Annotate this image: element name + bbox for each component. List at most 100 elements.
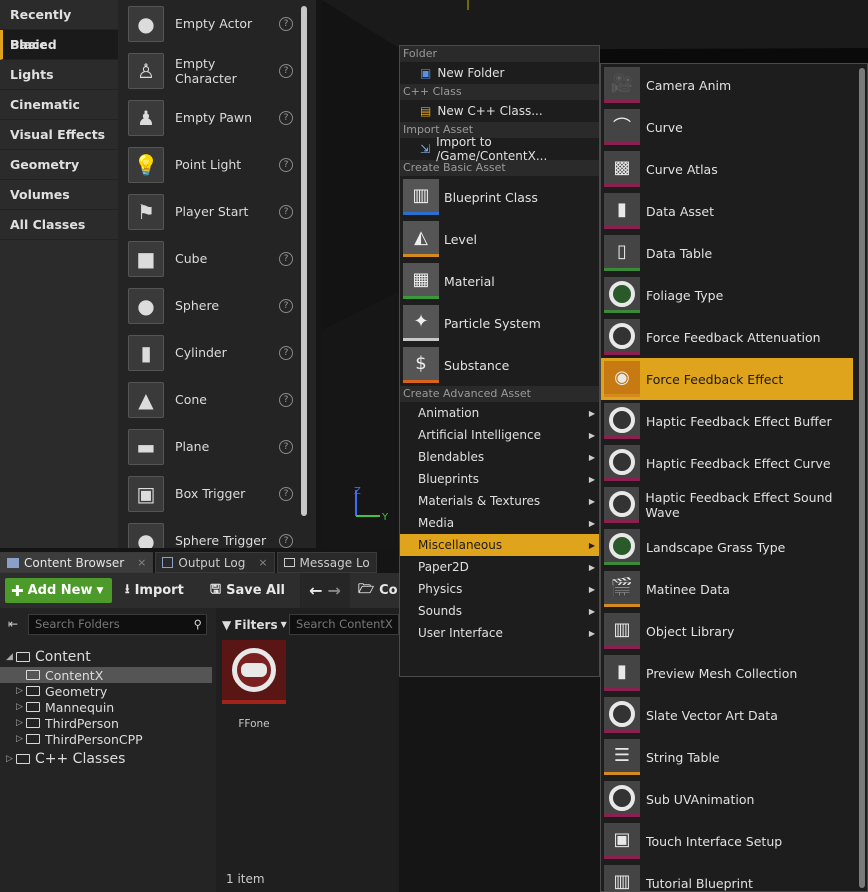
submenu-user-interface[interactable]: User Interface ▶ [400, 622, 599, 644]
collapsed-arrow-icon[interactable]: ▷ [16, 686, 26, 696]
tab-output-log[interactable]: Output Log × [155, 552, 275, 573]
create-substance-item[interactable]: $ Substance [400, 344, 599, 386]
create-force-feedback-attenuation-item[interactable]: Force Feedback Attenuation [601, 316, 867, 358]
asset-tile[interactable] [222, 640, 286, 704]
help-icon[interactable]: ? [279, 63, 293, 78]
folder-tree-item[interactable]: ▷ C++ Classes [0, 751, 212, 767]
help-icon[interactable]: ? [279, 392, 293, 407]
folder-tree-item[interactable]: ▷ ThirdPersonCPP [0, 731, 212, 747]
asset-search-input[interactable]: Search ContentX [289, 614, 399, 635]
expanded-arrow-icon[interactable]: ◢ [6, 652, 16, 662]
submenu-media[interactable]: Media ▶ [400, 512, 599, 534]
actor-item-empty-actor[interactable]: ● Empty Actor? [122, 0, 300, 47]
create-blueprint-class-item[interactable]: ▥ Blueprint Class [400, 176, 599, 218]
collapsed-arrow-icon[interactable]: ▷ [6, 754, 16, 764]
new-folder-item[interactable]: ▣ New Folder [400, 62, 599, 84]
category-all-classes[interactable]: All Classes [0, 210, 118, 240]
tab-message-log[interactable]: Message Lo [276, 552, 377, 573]
create-foliage-type-item[interactable]: Foliage Type [601, 274, 867, 316]
create-preview-mesh-collection-item[interactable]: ▮ Preview Mesh Collection [601, 652, 867, 694]
forward-arrow-icon[interactable]: → [328, 581, 341, 600]
path-breadcrumb[interactable]: 🗁 Co [358, 578, 398, 603]
category-volumes[interactable]: Volumes [0, 180, 118, 210]
create-curve-item[interactable]: ⌒ Curve [601, 106, 867, 148]
create-camera-anim-item[interactable]: 🎥 Camera Anim [601, 64, 867, 106]
category-basic[interactable]: Basic [0, 30, 118, 60]
submenu-sounds[interactable]: Sounds ▶ [400, 600, 599, 622]
help-icon[interactable]: ? [279, 533, 293, 548]
help-icon[interactable]: ? [279, 345, 293, 360]
submenu-blendables[interactable]: Blendables ▶ [400, 446, 599, 468]
actor-item-cube[interactable]: ■ Cube? [122, 235, 300, 282]
submenu-miscellaneous[interactable]: Miscellaneous ▶ [400, 534, 599, 556]
help-icon[interactable]: ? [279, 157, 293, 172]
actor-item-point-light[interactable]: 💡 Point Light? [122, 141, 300, 188]
submenu-blueprints[interactable]: Blueprints ▶ [400, 468, 599, 490]
import-button[interactable]: ⭳ Import [125, 578, 184, 603]
folder-tree-item[interactable]: ▷ ThirdPerson [0, 715, 212, 731]
folder-tree-item[interactable]: ▷ Mannequin [0, 699, 212, 715]
create-data-table-item[interactable]: ▯ Data Table [601, 232, 867, 274]
category-cinematic[interactable]: Cinematic [0, 90, 118, 120]
create-tutorial-blueprint-item[interactable]: ▥ Tutorial Blueprint [601, 862, 867, 891]
collapsed-arrow-icon[interactable]: ▷ [16, 734, 26, 744]
create-object-library-item[interactable]: ▥ Object Library [601, 610, 867, 652]
close-icon[interactable]: × [258, 556, 267, 569]
category-geometry[interactable]: Geometry [0, 150, 118, 180]
create-haptic-feedback-effect-buffer-item[interactable]: Haptic Feedback Effect Buffer [601, 400, 867, 442]
actor-list-scrollbar[interactable] [301, 6, 307, 516]
create-force-feedback-effect-item[interactable]: ◉ Force Feedback Effect [601, 358, 853, 400]
back-arrow-icon[interactable]: ← [309, 581, 322, 600]
import-to-item[interactable]: ⇲ Import to /Game/ContentX... [400, 135, 599, 163]
actor-item-player-start[interactable]: ⚑ Player Start? [122, 188, 300, 235]
collapsed-arrow-icon[interactable]: ▷ [16, 718, 26, 728]
create-sub-uvanimation-item[interactable]: Sub UVAnimation [601, 778, 867, 820]
create-material-item[interactable]: ▦ Material [400, 260, 599, 302]
add-new-button[interactable]: ✚ Add New ▼ [5, 578, 112, 603]
save-all-button[interactable]: 🖫 Save All [210, 578, 285, 603]
submenu-paper2d[interactable]: Paper2D ▶ [400, 556, 599, 578]
create-matinee-data-item[interactable]: 🎬 Matinee Data [601, 568, 867, 610]
actor-item-cone[interactable]: ▲ Cone? [122, 376, 300, 423]
sources-toggle-icon[interactable]: ⇤ [8, 617, 18, 631]
create-touch-interface-setup-item[interactable]: ▣ Touch Interface Setup [601, 820, 867, 862]
folder-tree-item[interactable]: ▷ Geometry [0, 683, 212, 699]
new-cpp-class-item[interactable]: ▤ New C++ Class... [400, 100, 599, 122]
help-icon[interactable]: ? [279, 486, 293, 501]
folder-tree-item[interactable]: ContentX [0, 667, 212, 683]
help-icon[interactable]: ? [279, 298, 293, 313]
help-icon[interactable]: ? [279, 16, 293, 31]
create-particle-system-item[interactable]: ✦ Particle System [400, 302, 599, 344]
submenu-physics[interactable]: Physics ▶ [400, 578, 599, 600]
folder-tree-item[interactable]: ◢ Content [0, 649, 212, 665]
collapsed-arrow-icon[interactable]: ▷ [16, 702, 26, 712]
create-level-item[interactable]: ◭ Level [400, 218, 599, 260]
category-lights[interactable]: Lights [0, 60, 118, 90]
submenu-scrollbar[interactable] [859, 68, 865, 888]
actor-item-sphere[interactable]: ● Sphere? [122, 282, 300, 329]
category-visual-effects[interactable]: Visual Effects [0, 120, 118, 150]
help-icon[interactable]: ? [279, 251, 293, 266]
folder-search-input[interactable]: Search Folders ⚲ [28, 614, 207, 635]
help-icon[interactable]: ? [279, 204, 293, 219]
help-icon[interactable]: ? [279, 110, 293, 125]
create-curve-atlas-item[interactable]: ▩ Curve Atlas [601, 148, 867, 190]
help-icon[interactable]: ? [279, 439, 293, 454]
category-recently-placed[interactable]: Recently Placed [0, 0, 118, 52]
tab-content-browser[interactable]: Content Browser × [0, 552, 154, 573]
create-haptic-feedback-effect-curve-item[interactable]: Haptic Feedback Effect Curve [601, 442, 867, 484]
create-landscape-grass-type-item[interactable]: Landscape Grass Type [601, 526, 867, 568]
close-icon[interactable]: × [137, 556, 146, 569]
create-data-asset-item[interactable]: ▮ Data Asset [601, 190, 867, 232]
create-haptic-feedback-effect-sound-wave-item[interactable]: Haptic Feedback Effect Sound Wave [601, 484, 867, 526]
actor-item-box-trigger[interactable]: ▣ Box Trigger? [122, 470, 300, 517]
actor-item-sphere-trigger[interactable]: ● Sphere Trigger? [122, 517, 300, 548]
actor-item-plane[interactable]: ▬ Plane? [122, 423, 300, 470]
submenu-artificial-intelligence[interactable]: Artificial Intelligence ▶ [400, 424, 599, 446]
actor-item-cylinder[interactable]: ▮ Cylinder? [122, 329, 300, 376]
submenu-animation[interactable]: Animation ▶ [400, 402, 599, 424]
actor-item-empty-pawn[interactable]: ♟ Empty Pawn? [122, 94, 300, 141]
create-string-table-item[interactable]: ☰ String Table [601, 736, 867, 778]
create-slate-vector-art-data-item[interactable]: Slate Vector Art Data [601, 694, 867, 736]
submenu-materials-textures[interactable]: Materials & Textures ▶ [400, 490, 599, 512]
